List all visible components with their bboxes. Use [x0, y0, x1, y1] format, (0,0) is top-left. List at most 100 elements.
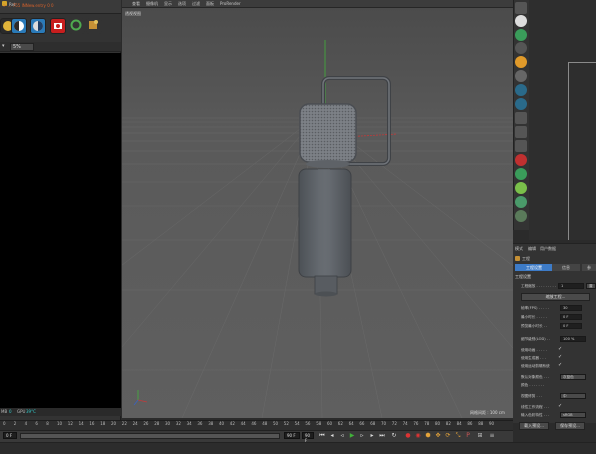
subdivision-icon[interactable]: [515, 56, 527, 68]
timeline-tick-label: 4: [24, 421, 28, 426]
gpu-temp-value: 39°C: [26, 409, 36, 414]
save-preset-button[interactable]: 保存预设...: [555, 422, 585, 430]
linear-workflow-checkbox[interactable]: ✓: [558, 404, 563, 409]
timeline-tick-label: 90: [489, 421, 495, 426]
timeline-tick-label: 82: [445, 421, 451, 426]
timeline-tick-label: 56: [305, 421, 311, 426]
frame-range-slider[interactable]: [20, 433, 280, 439]
timeline-tick-label: 58: [316, 421, 322, 426]
next-key-icon[interactable]: ▸: [368, 432, 376, 440]
record-key-icon[interactable]: ●: [404, 432, 412, 440]
menu-panel[interactable]: 面板: [206, 1, 214, 7]
input-color-dropdown[interactable]: sRGB: [560, 412, 586, 418]
min-time-field[interactable]: 0 F: [560, 314, 582, 320]
scale-project-button[interactable]: 缩放工程...: [521, 293, 590, 301]
use-generators-checkbox[interactable]: ✓: [558, 355, 563, 360]
record-icon[interactable]: [515, 154, 527, 166]
menu-display[interactable]: 显示: [164, 1, 172, 7]
timeline-tick-label: 84: [456, 421, 462, 426]
menu-prorender[interactable]: ProRender: [220, 1, 241, 6]
brush-icon[interactable]: [515, 15, 527, 27]
timeline-tick-label: 12: [67, 421, 73, 426]
hdri-icon[interactable]: [11, 18, 27, 34]
project-settings-icon: [515, 256, 520, 261]
go-to-end-icon[interactable]: ⏭: [378, 432, 386, 440]
prev-key-icon[interactable]: ◂: [328, 432, 336, 440]
mic-connector: [314, 275, 338, 295]
camera-object-icon[interactable]: [515, 112, 527, 124]
go-to-start-icon[interactable]: ⏮: [318, 432, 326, 440]
pla-key-icon[interactable]: ⊞: [476, 432, 484, 440]
menu-cameras[interactable]: 摄像机: [146, 1, 158, 7]
tab-info[interactable]: 信息: [552, 264, 580, 271]
scene-icon[interactable]: [515, 196, 527, 208]
use-animation-checkbox[interactable]: ✓: [558, 347, 563, 352]
timeline-tick-label: 46: [251, 421, 257, 426]
cursor-tool-icon[interactable]: [515, 2, 527, 14]
timeline-tick-label: 8: [46, 421, 49, 426]
scale-unit-dropdown[interactable]: 厘: [586, 283, 596, 289]
timeline-tick-label: 74: [402, 421, 408, 426]
load-preset-button[interactable]: 载入预设...: [519, 422, 549, 430]
position-key-icon[interactable]: ✥: [434, 432, 442, 440]
refresh-icon[interactable]: [69, 18, 85, 34]
tab-more[interactable]: 参: [582, 264, 596, 271]
array-icon[interactable]: [515, 70, 527, 82]
snap-icon[interactable]: [515, 168, 527, 180]
auto-key-icon[interactable]: ◉: [414, 432, 422, 440]
attr-menu-userdata[interactable]: 用户数据: [540, 246, 556, 252]
spline-icon[interactable]: [515, 29, 527, 41]
tab-project-settings[interactable]: 工程设置: [515, 264, 553, 271]
terrain-icon[interactable]: [515, 210, 527, 222]
grass-icon[interactable]: [515, 182, 527, 194]
material-icon[interactable]: [30, 18, 46, 34]
memory-value: 0: [9, 409, 12, 414]
attr-menu-mode[interactable]: 模式: [515, 246, 523, 252]
prev-frame-icon[interactable]: ◃: [338, 432, 346, 440]
tag-icon[interactable]: [515, 140, 527, 152]
next-frame-icon[interactable]: ▹: [358, 432, 366, 440]
tools-icon[interactable]: [86, 18, 102, 34]
attr-section-title: 工程: [522, 256, 530, 261]
lod-field[interactable]: 100 %: [560, 336, 586, 342]
lod-label: 细节级别(LOD) . .: [521, 337, 551, 341]
preset-dropdown-bar: ▾ 5%: [0, 42, 121, 52]
scale-key-icon[interactable]: ⤡: [454, 432, 462, 440]
timeline-tick-label: 38: [208, 421, 214, 426]
color-label: 颜色 . . . . . . .: [521, 383, 545, 387]
timeline-tick-label: 54: [294, 421, 300, 426]
scale-field[interactable]: 1: [558, 283, 584, 289]
rotation-key-icon[interactable]: ⟳: [444, 432, 452, 440]
preview-min-field[interactable]: 0 F: [560, 323, 582, 329]
menu-filter[interactable]: 过滤: [192, 1, 200, 7]
fps-label: 帧率(FPS) . . . . .: [521, 306, 549, 310]
attr-menu-edit[interactable]: 编辑: [528, 246, 536, 252]
view-clipping-dropdown[interactable]: 中: [560, 393, 586, 399]
default-color-dropdown[interactable]: 灰蓝色: [560, 374, 586, 380]
preset-dropdown[interactable]: 5%: [10, 43, 34, 51]
timeline-tick-label: 26: [143, 421, 149, 426]
play-icon[interactable]: ▶: [348, 432, 356, 440]
timeline-tick-label: 70: [381, 421, 387, 426]
environment-icon[interactable]: [515, 98, 527, 110]
linear-workflow-label: 线性工作流程 . . .: [521, 405, 550, 409]
menu-view[interactable]: 查看: [132, 1, 140, 7]
camera-icon[interactable]: [50, 18, 66, 34]
timeline-menu-icon[interactable]: ≡: [488, 432, 496, 440]
current-frame-field[interactable]: 90 F: [302, 432, 314, 443]
frame-start-field[interactable]: 0 F: [3, 432, 17, 439]
frame-end-field[interactable]: 90 F: [284, 432, 300, 439]
mic-head: [299, 103, 357, 163]
object-manager[interactable]: [529, 0, 596, 240]
timeline-tick-label: 40: [219, 421, 225, 426]
perspective-viewport[interactable]: [122, 8, 513, 418]
use-motion-checkbox[interactable]: ✓: [558, 363, 563, 368]
param-key-icon[interactable]: P: [464, 432, 472, 440]
fps-field[interactable]: 30: [560, 305, 582, 311]
deformer-icon[interactable]: [515, 84, 527, 96]
light-icon[interactable]: [515, 126, 527, 138]
menu-options[interactable]: 选项: [178, 1, 186, 7]
cube-icon[interactable]: [515, 42, 527, 54]
loop-icon[interactable]: ↻: [390, 432, 398, 440]
keyframe-selection-icon[interactable]: ⬢: [424, 432, 432, 440]
